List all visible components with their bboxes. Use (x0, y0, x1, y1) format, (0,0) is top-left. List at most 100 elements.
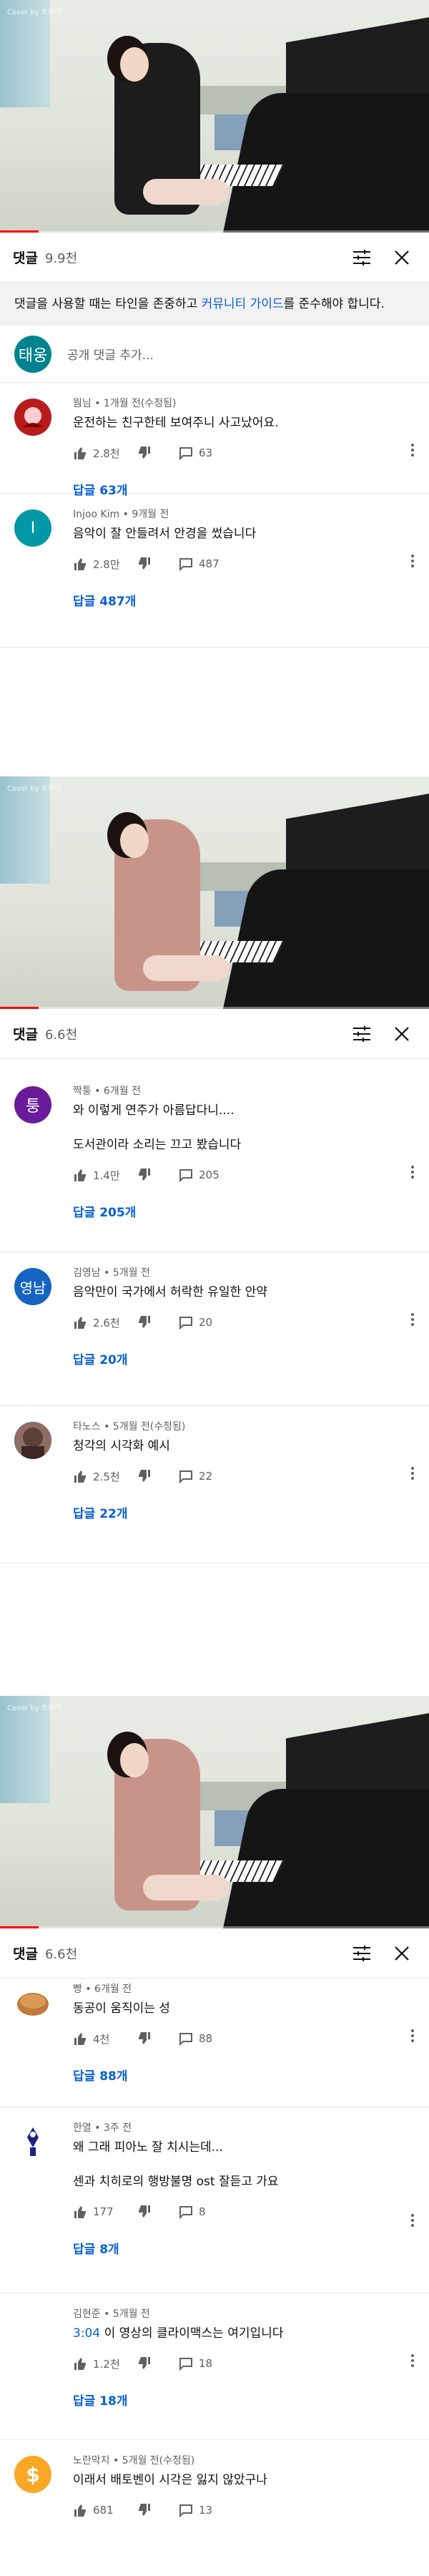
dislike-button[interactable] (137, 1469, 179, 1483)
reply-button[interactable]: 88 (179, 2031, 212, 2046)
like-button[interactable]: 2.5천 (73, 1469, 137, 1484)
sort-icon[interactable] (347, 1020, 376, 1048)
reply-count: 22 (199, 1470, 213, 1483)
reply-button[interactable]: 63 (179, 446, 212, 460)
video-player[interactable]: Cover by 초은이 (0, 0, 429, 233)
comments-header: 댓글 6.6천 (0, 1009, 429, 1059)
dislike-button[interactable] (137, 2205, 179, 2219)
comment-text: 와 이렇게 연주가 아름답다니.... 도서관이라 소리는 끄고 봤습니다 (73, 1103, 242, 1152)
reply-count: 88 (199, 2032, 213, 2045)
view-replies-link[interactable]: 답글 22개 (73, 1503, 415, 1540)
comment-text: 이래서 배토벤이 시각은 잃지 않았구나 (73, 2473, 267, 2487)
close-icon[interactable] (388, 1939, 416, 1968)
screenshot-1: Cover by 초은이 댓글 9.9천 댓글을 사용할 때는 타인을 존중하고… (0, 0, 429, 751)
video-progress-bar[interactable] (0, 230, 429, 233)
like-count: 4천 (93, 2032, 110, 2046)
like-button[interactable]: 2.8만 (73, 557, 137, 572)
reply-count: 18 (199, 2357, 213, 2370)
screenshot-divider (0, 751, 429, 776)
reply-button[interactable]: 18 (179, 2356, 212, 2371)
more-options-icon[interactable] (410, 2213, 415, 2228)
comment-item: I Injoo Kim • 9개월 전 음악이 잘 안들려서 안경을 썼습니다 … (0, 494, 429, 648)
dislike-button[interactable] (137, 446, 179, 460)
video-progress-bar[interactable] (0, 1926, 429, 1928)
close-icon[interactable] (388, 1020, 416, 1048)
more-options-icon[interactable] (410, 1466, 415, 1480)
like-button[interactable]: 2.8천 (73, 446, 137, 461)
reply-count: 487 (199, 557, 220, 570)
video-player[interactable]: Cover by 초은이 (0, 1696, 429, 1928)
view-replies-link[interactable]: 답글 88개 (73, 2066, 415, 2102)
video-player[interactable]: Cover by 초은이 (0, 776, 429, 1009)
view-replies-link[interactable]: 답글 20개 (73, 1350, 415, 1386)
reply-button[interactable]: 20 (179, 1315, 212, 1330)
like-count: 1.4만 (93, 1169, 120, 1182)
like-button[interactable]: 1.2천 (73, 2356, 137, 2371)
comment-item: 뭠님 • 1개월 전(수정됨) 운전하는 친구한테 보여주니 사고났어요. 2.… (0, 383, 429, 498)
reply-count: 63 (199, 447, 213, 459)
reply-button[interactable]: 487 (179, 557, 220, 571)
commenter-avatar[interactable] (14, 399, 51, 436)
view-replies-link[interactable]: 답글 8개 (73, 2239, 415, 2275)
commenter-avatar[interactable]: I (14, 509, 51, 547)
like-button[interactable]: 1.4만 (73, 1168, 137, 1183)
reply-button[interactable]: 13 (179, 2503, 212, 2517)
more-options-icon[interactable] (410, 2353, 415, 2368)
dislike-button[interactable] (137, 557, 179, 571)
like-button[interactable]: 2.6천 (73, 1315, 137, 1330)
commenter-avatar[interactable] (14, 1422, 51, 1459)
add-comment-input[interactable]: 공개 댓글 추가... (67, 345, 154, 363)
timestamp-link[interactable]: 3:04 (73, 2326, 100, 2341)
dislike-button[interactable] (137, 2356, 179, 2371)
comments-title: 댓글 (13, 1027, 38, 1043)
comment-meta: 빵 • 6개월 전 (73, 1984, 132, 1995)
community-guideline-link[interactable]: 커뮤니티 가이드 (202, 297, 284, 311)
like-count: 2.5천 (93, 1470, 120, 1483)
video-progress-bar[interactable] (0, 1007, 429, 1009)
dislike-button[interactable] (137, 1315, 179, 1330)
comment-item: 영남 김영남 • 5개월 전 음악만이 국가에서 허락한 유일한 안약 2.6천… (0, 1252, 429, 1406)
comment-text: 음악이 잘 안들려서 안경을 썼습니다 (73, 527, 257, 541)
comment-text: 운전하는 친구한테 보여주니 사고났어요. (73, 416, 279, 430)
more-options-icon[interactable] (410, 554, 415, 568)
reply-count: 13 (199, 2504, 213, 2517)
comments-count: 6.6천 (44, 1946, 78, 1962)
reply-button[interactable]: 22 (179, 1469, 212, 1483)
like-button[interactable]: 4천 (73, 2031, 137, 2046)
like-button[interactable]: 681 (73, 2503, 137, 2517)
comments-count: 9.9천 (44, 250, 78, 266)
more-options-icon[interactable] (410, 443, 415, 457)
comments-header: 댓글 9.9천 (0, 233, 429, 283)
commenter-avatar[interactable]: $ (14, 2456, 51, 2493)
video-watermark: Cover by 초은이 (7, 1704, 61, 1712)
screenshot-3: Cover by 초은이 댓글 6.6천 빵 • 6개월 전 동공이 움직이는 … (0, 1696, 429, 2576)
like-count: 1.2천 (93, 2357, 120, 2371)
more-options-icon[interactable] (410, 2029, 415, 2043)
add-comment-row[interactable]: 태웅 공개 댓글 추가... (0, 326, 429, 383)
sort-icon[interactable] (347, 243, 376, 272)
commenter-avatar[interactable] (14, 2309, 51, 2346)
dislike-button[interactable] (137, 2503, 179, 2517)
sort-icon[interactable] (347, 1939, 376, 1968)
view-replies-link[interactable]: 답글 487개 (73, 591, 415, 628)
more-options-icon[interactable] (410, 1165, 415, 1179)
reply-button[interactable]: 205 (179, 1168, 220, 1182)
screenshot-2: Cover by 초은이 댓글 6.6천 퉁 짝퉁 • 6개월 전 와 이렇게 … (0, 776, 429, 1657)
view-replies-link[interactable]: 답글 18개 (73, 2391, 415, 2427)
comment-meta: Injoo Kim • 9개월 전 (73, 509, 169, 520)
community-guideline-notice: 댓글을 사용할 때는 타인을 존중하고 커뮤니티 가이드를 준수해야 합니다. (0, 283, 429, 326)
reply-button[interactable]: 8 (179, 2205, 206, 2219)
commenter-avatar[interactable]: 퉁 (14, 1086, 51, 1123)
like-button[interactable]: 177 (73, 2205, 137, 2219)
comment-text: 왜 그래 피아노 잘 치시는데... 센과 치히로의 행방불명 ost 잘듣고 … (73, 2140, 279, 2189)
dislike-button[interactable] (137, 2031, 179, 2046)
view-replies-link[interactable]: 답글 205개 (73, 1202, 415, 1239)
more-options-icon[interactable] (410, 1312, 415, 1327)
dislike-button[interactable] (137, 1168, 179, 1182)
commenter-avatar[interactable] (14, 2123, 51, 2160)
commenter-avatar[interactable]: 영남 (14, 1268, 51, 1305)
commenter-avatar[interactable] (14, 1984, 51, 2021)
like-count: 2.8천 (93, 447, 120, 460)
video-watermark: Cover by 초은이 (7, 9, 61, 16)
close-icon[interactable] (388, 243, 416, 272)
